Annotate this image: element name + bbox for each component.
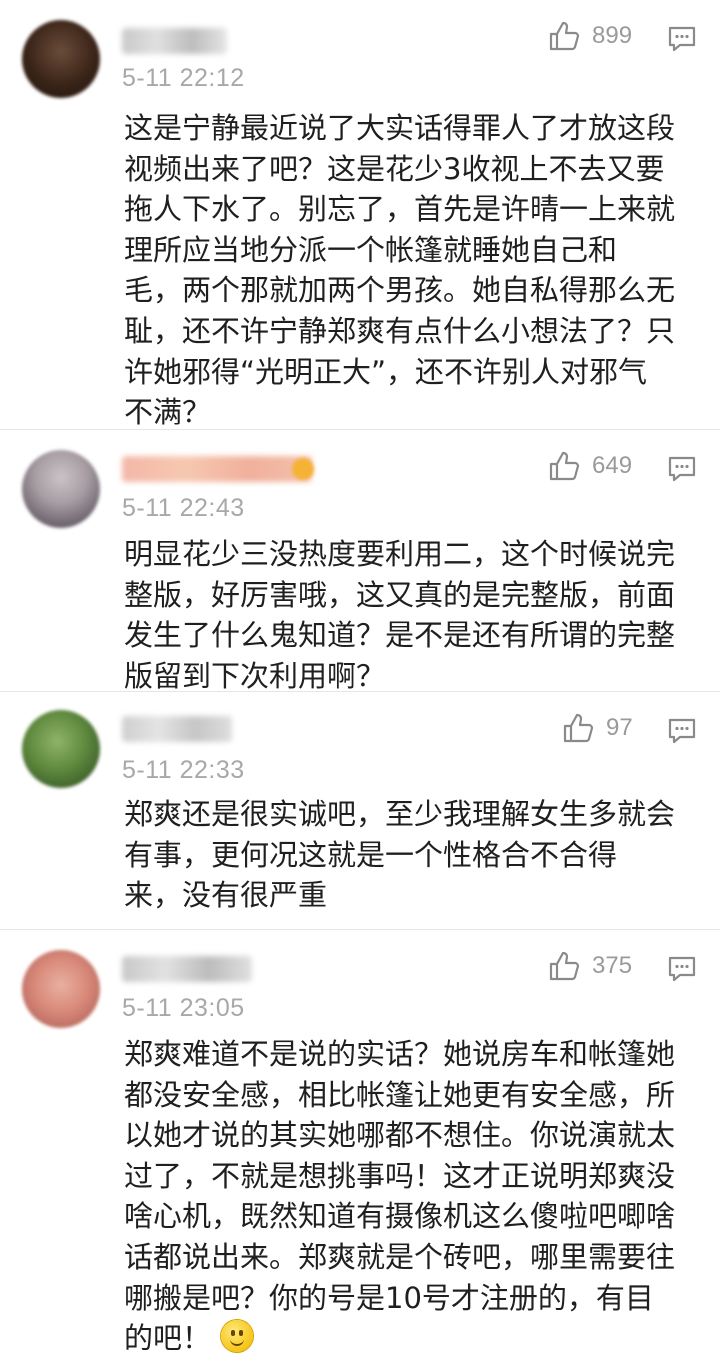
- comment-item: 5-11 22:33 97 郑爽还是很实诚吧，至少我理解女生多就会 有事，更何况…: [0, 692, 720, 930]
- comment-text: 明显花少三没热度要利用二，这个时候说完 整版，好厉害哦，这又真的是完整版，前面 …: [124, 537, 676, 693]
- comment-text: 这是宁静最近说了大实话得罪人了才放这段 视频出来了吧？这是花少3收视上不去又要 …: [124, 111, 676, 430]
- timestamp: 5-11 22:12: [122, 64, 245, 92]
- comment-reply-icon[interactable]: [668, 25, 696, 53]
- smile-emoji-icon: [221, 1320, 254, 1353]
- username[interactable]: [122, 456, 312, 482]
- avatar[interactable]: [22, 950, 100, 1028]
- thumbs-up-icon: [548, 950, 580, 982]
- comment-text: 郑爽还是很实诚吧，至少我理解女生多就会 有事，更何况这就是一个性格合不合得 来，…: [124, 797, 676, 913]
- like-count: 649: [592, 452, 633, 479]
- vip-badge-icon: [292, 458, 314, 480]
- username[interactable]: [122, 716, 232, 742]
- comment-item: 5-11 22:12 899 这是宁静最近说了大实话得罪人了才放这段 视频出来了…: [0, 0, 720, 430]
- like-count: 375: [592, 952, 633, 979]
- comment-text-content: 郑爽难道不是说的实话？她说房车和帐篷她 都没安全感，相比帐篷让她更有安全感，所 …: [124, 1037, 676, 1356]
- like-button[interactable]: 97: [562, 712, 633, 744]
- comment-text: 郑爽难道不是说的实话？她说房车和帐篷她 都没安全感，相比帐篷让她更有安全感，所 …: [124, 1034, 704, 1359]
- timestamp: 5-11 23:05: [122, 994, 245, 1022]
- like-button[interactable]: 649: [548, 450, 632, 482]
- like-count: 97: [606, 714, 633, 741]
- thumbs-up-icon: [548, 450, 580, 482]
- thumbs-up-icon: [562, 712, 594, 744]
- avatar[interactable]: [22, 710, 100, 788]
- username[interactable]: [122, 956, 252, 982]
- thumbs-up-icon: [548, 20, 580, 52]
- avatar[interactable]: [22, 20, 100, 98]
- username[interactable]: [122, 28, 227, 54]
- comment-reply-icon[interactable]: [668, 455, 696, 483]
- comment-item: 5-11 23:05 375 郑爽难道不是说的实话？她说房车和帐篷她 都没安全感…: [0, 930, 720, 1364]
- comment-reply-icon[interactable]: [668, 955, 696, 983]
- like-button[interactable]: 375: [548, 950, 632, 982]
- timestamp: 5-11 22:33: [122, 756, 245, 784]
- like-button[interactable]: 899: [548, 20, 632, 52]
- avatar[interactable]: [22, 450, 100, 528]
- comment-item: 5-11 22:43 649 明显花少三没热度要利用二，这个时候说完 整版，好厉…: [0, 430, 720, 693]
- timestamp: 5-11 22:43: [122, 494, 245, 522]
- like-count: 899: [592, 22, 633, 49]
- comment-reply-icon[interactable]: [668, 717, 696, 745]
